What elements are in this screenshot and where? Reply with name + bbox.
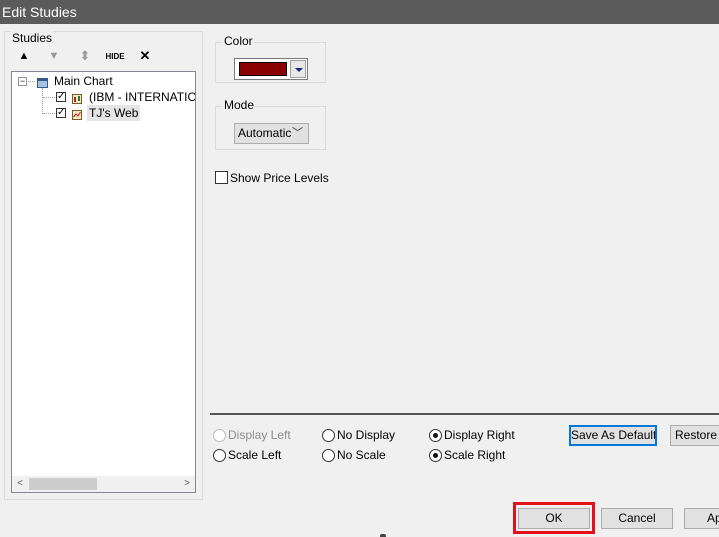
studies-label: Studies [11,31,54,45]
tree-horizontal-scrollbar[interactable]: < > [12,476,195,492]
no-display-option[interactable]: No Display [322,427,395,443]
window-title: Edit Studies [2,4,77,20]
display-left-option[interactable]: Display Left [213,427,291,443]
display-right-radio[interactable] [429,428,442,442]
mode-group: Mode Automatic ﹀ [215,98,326,150]
chart-window-icon [37,76,48,88]
show-price-levels-checkbox[interactable] [215,171,228,184]
display-left-radio[interactable] [213,428,226,442]
arrow-up-icon: ▲ [18,50,30,62]
scale-right-radio[interactable] [429,448,442,462]
tree-item-label: TJ's Web [87,105,141,121]
mode-value: Automatic [238,126,292,140]
separator [210,413,719,415]
color-dropdown-button[interactable] [290,60,306,78]
up-down-arrows-icon: ⬍ [79,48,91,63]
color-label: Color [223,34,254,48]
scale-left-option[interactable]: Scale Left [213,447,281,463]
color-swatch [239,62,287,76]
display-right-option[interactable]: Display Right [429,427,515,443]
scroll-left-button[interactable]: < [13,477,27,491]
move-up-button[interactable]: ▲ [14,48,34,64]
window-title-bar: Edit Studies [0,0,719,24]
studies-tree[interactable]: − Main Chart ✓ (IBM - INTERNATIONA ✓ TJ'… [11,71,196,493]
scroll-right-button[interactable]: > [180,477,194,491]
tree-connector [43,113,55,114]
display-right-label: Display Right [444,428,515,442]
show-price-levels-label: Show Price Levels [230,171,329,185]
tjs-web-checkbox[interactable]: ✓ [56,108,66,118]
study-icon [72,108,82,120]
tree-connector [42,88,43,114]
cancel-button[interactable]: Cancel [601,508,673,529]
arrow-down-icon: ▼ [48,50,60,62]
restore-default-button[interactable]: Restore De [670,425,719,446]
hide-button-label: HIDE [105,51,125,61]
collapse-toggle[interactable]: − [18,77,27,86]
display-left-label: Display Left [228,428,291,442]
studies-toolbar: ▲ ▼ ⬍ HIDE ✕ [12,48,162,64]
no-display-label: No Display [337,428,396,442]
tree-connector [43,97,55,98]
ibm-checkbox[interactable]: ✓ [56,92,66,102]
scale-left-radio[interactable] [213,448,226,462]
move-down-button[interactable]: ▼ [43,48,65,64]
close-icon: ✕ [139,48,151,63]
tree-item-tjs-web[interactable]: ✓ TJ's Web [56,105,156,121]
delete-button[interactable]: ✕ [136,48,154,64]
scale-left-label: Scale Left [228,448,282,462]
mode-select[interactable]: Automatic ﹀ [234,123,309,144]
scale-right-option[interactable]: Scale Right [429,447,505,463]
no-scale-label: No Scale [337,448,386,462]
color-picker[interactable] [234,58,308,80]
chevron-down-icon: ﹀ [292,127,303,139]
chevron-down-icon [295,68,303,72]
scale-right-label: Scale Right [444,448,506,462]
no-display-radio[interactable] [322,428,335,442]
mode-label: Mode [223,98,256,112]
ok-highlight-box [513,502,595,534]
tree-item-main-chart[interactable]: − Main Chart [18,73,193,89]
scrollbar-thumb[interactable] [29,478,97,490]
no-scale-option[interactable]: No Scale [322,447,386,463]
color-group: Color [215,34,326,83]
tree-item-label: Main Chart [54,74,113,88]
tree-item-label: (IBM - INTERNATIONA [89,90,196,104]
apply-button[interactable]: Ap [684,508,719,529]
no-scale-radio[interactable] [322,448,335,462]
save-as-default-button[interactable]: Save As Default [569,425,657,446]
price-chart-icon [72,92,82,104]
hide-button[interactable]: HIDE [101,48,129,64]
tree-item-ibm[interactable]: ✓ (IBM - INTERNATIONA [56,89,196,105]
move-button[interactable]: ⬍ [74,48,96,64]
